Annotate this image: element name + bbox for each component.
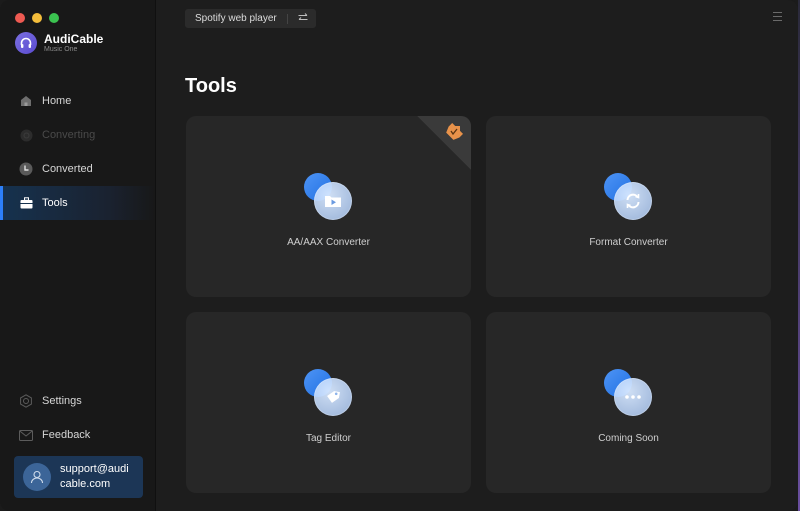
tool-icon (603, 369, 654, 419)
sidebar-item-converted[interactable]: Converted (0, 152, 155, 186)
sidebar-item-settings[interactable]: Settings (0, 384, 155, 418)
sidebar-item-label: Home (42, 95, 72, 107)
sidebar-bottom-nav: Settings Feedback (0, 384, 155, 452)
swap-arrows-icon (298, 12, 308, 25)
premium-crown-icon (443, 121, 465, 148)
hamburger-menu-icon[interactable] (773, 12, 782, 21)
sidebar-item-label: Converting (42, 129, 96, 141)
tool-label: AA/AAX Converter (287, 237, 370, 248)
close-window-button[interactable] (15, 13, 25, 23)
sidebar-item-converting[interactable]: Converting (0, 118, 155, 152)
gear-icon (19, 394, 33, 408)
tool-label: Format Converter (589, 237, 668, 248)
headphones-logo-icon (15, 32, 37, 54)
account-email: support@audicable.com (60, 463, 129, 490)
tool-card-tag-editor[interactable]: Tag Editor (186, 312, 471, 493)
brand: AudiCable Music One (15, 32, 103, 54)
more-dots-icon (613, 378, 652, 416)
home-icon (19, 94, 33, 108)
source-switch-button[interactable]: Spotify web player (185, 9, 316, 28)
tool-card-coming-soon[interactable]: Coming Soon (486, 312, 771, 493)
sidebar-item-feedback[interactable]: Feedback (0, 418, 155, 452)
toolbox-icon (19, 196, 33, 210)
page-title: Tools (185, 75, 237, 97)
main-content: Spotify web player Tools AA/AAX Converte… (157, 0, 798, 511)
tool-label: Coming Soon (598, 433, 659, 444)
minimize-window-button[interactable] (32, 13, 42, 23)
sidebar-item-label: Settings (42, 395, 82, 407)
sidebar-item-home[interactable]: Home (0, 84, 155, 118)
video-play-icon (313, 182, 352, 220)
sidebar-item-tools[interactable]: Tools (0, 186, 155, 220)
tool-card-aa-aax-converter[interactable]: AA/AAX Converter (186, 116, 471, 297)
window-controls (15, 13, 59, 23)
user-icon (23, 463, 51, 491)
app-subtitle: Music One (44, 45, 78, 53)
divider (286, 13, 288, 24)
tool-icon (303, 369, 354, 419)
app-name: AudiCable (44, 31, 104, 46)
sidebar-item-label: Tools (42, 197, 68, 209)
sidebar-item-label: Feedback (42, 429, 91, 441)
sidebar: AudiCable Music One Home Converting Conv… (0, 0, 156, 511)
tool-card-format-converter[interactable]: Format Converter (486, 116, 771, 297)
mail-icon (19, 428, 33, 442)
refresh-icon (613, 182, 652, 220)
converting-icon (19, 128, 33, 142)
sidebar-item-label: Converted (42, 163, 93, 175)
maximize-window-button[interactable] (49, 13, 59, 23)
app-window: AudiCable Music One Home Converting Conv… (0, 0, 798, 511)
tool-icon (603, 173, 654, 223)
sidebar-nav: Home Converting Converted Tools (0, 84, 155, 220)
source-label: Spotify web player (195, 13, 277, 24)
account-card[interactable]: support@audicable.com (14, 456, 143, 498)
tag-icon (313, 378, 352, 416)
tool-label: Tag Editor (305, 433, 352, 444)
clock-icon (19, 162, 33, 176)
tool-icon (303, 173, 354, 223)
tools-grid: AA/AAX Converter Format Converter Tag Ed… (186, 116, 771, 493)
